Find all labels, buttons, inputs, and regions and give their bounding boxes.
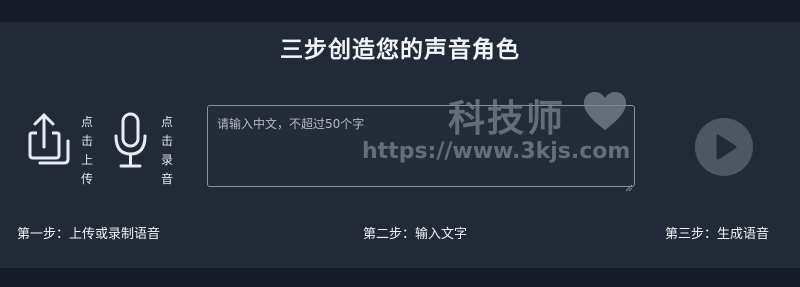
- play-button[interactable]: [695, 118, 753, 176]
- bottom-strip: [0, 268, 800, 287]
- watermark-url: https://www.3kjs.com: [362, 139, 631, 164]
- step-2-label: 第二步：输入文字: [363, 227, 468, 242]
- record-label[interactable]: 点击录音: [160, 113, 174, 189]
- watermark-text: 科技师: [448, 97, 565, 140]
- resize-grip-icon[interactable]: [625, 177, 633, 192]
- page-title: 三步创造您的声音角色: [280, 37, 520, 63]
- heart-icon: [582, 90, 628, 132]
- step-1-label: 第一步：上传或录制语音: [17, 227, 161, 242]
- microphone-icon[interactable]: [113, 112, 149, 170]
- upload-icon[interactable]: [28, 111, 74, 169]
- upload-label[interactable]: 点击上传: [80, 113, 94, 189]
- top-strip: [0, 0, 800, 22]
- play-icon: [716, 134, 737, 160]
- step-3-label: 第三步：生成语音: [665, 227, 770, 242]
